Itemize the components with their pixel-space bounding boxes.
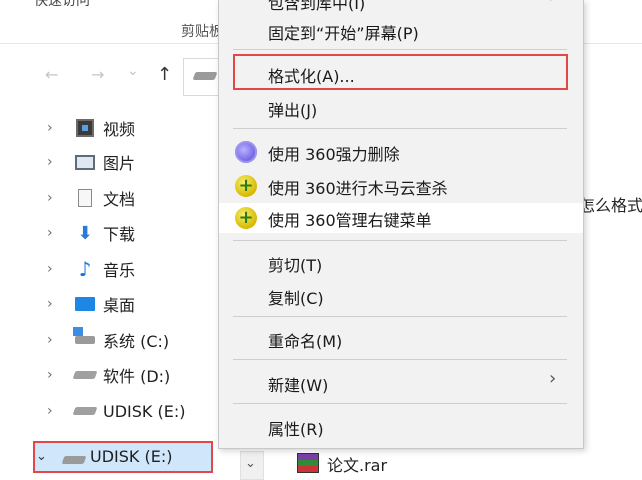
up-icon[interactable]: ↑ [157,64,172,85]
menu-item-cut[interactable]: 剪切(T) [219,248,583,278]
chevron-right-icon[interactable]: › [47,120,53,136]
menu-item-label: 使用 360进行木马云查杀 [268,179,448,198]
menu-item-360-manage-menu[interactable]: + 使用 360管理右键菜单 [219,203,583,233]
clipboard-group-label: 剪贴板 [181,24,223,40]
video-icon [74,118,96,138]
360-shredder-icon [235,141,257,163]
menu-separator [233,316,567,317]
tree-item-label: 下载 [103,225,136,244]
tree-item-label: 软件 (D:) [103,367,171,386]
pictures-icon [74,152,96,172]
menu-item-label: 新建(W) [268,376,329,395]
system-drive-icon [73,327,96,350]
menu-item-label: 弹出(J) [268,101,318,120]
menu-separator [233,128,567,129]
chevron-right-icon[interactable]: › [47,190,53,206]
tree-item-label: UDISK (E:) [103,401,186,421]
chevron-right-icon[interactable]: › [47,225,53,241]
tree-item-label: 图片 [103,154,136,173]
forward-icon[interactable]: → [91,65,104,84]
menu-item-label: 重命名(M) [268,332,343,351]
menu-item-rename[interactable]: 重命名(M) [219,324,583,354]
menu-item-label: 使用 360管理右键菜单 [268,211,432,230]
menu-separator [233,240,567,241]
menu-item-include-in-library[interactable]: 包含到库中(I) › [219,0,583,16]
music-icon: ♪ [78,257,92,281]
chevron-right-icon: › [549,368,557,389]
format-item-highlight [233,54,568,90]
chevron-down-icon[interactable]: ⌄ [36,449,47,464]
tree-item-downloads[interactable]: › ⬇ 下载 [0,218,230,248]
chevron-right-icon[interactable]: › [47,367,53,383]
selected-drive-label[interactable]: UDISK (E:) [90,447,172,466]
tree-item-label: 桌面 [103,296,136,315]
back-icon[interactable]: ← [45,65,58,84]
usb-drive-icon [72,401,98,421]
tree-item-label: 文档 [103,190,136,209]
menu-item-label: 剪切(T) [268,256,323,275]
file-list-partial-text: 怎么格式 [579,196,642,215]
drive-icon [72,365,98,385]
menu-item-properties[interactable]: 属性(R) [219,412,583,442]
recent-locations-icon[interactable]: ⌄ [127,63,139,79]
drive-icon [192,72,218,80]
menu-item-new[interactable]: 新建(W) › [219,368,583,398]
usb-drive-icon [61,456,87,464]
menu-separator [233,359,567,360]
tree-item-label: 音乐 [103,261,136,280]
menu-item-eject[interactable]: 弹出(J) [219,93,583,123]
menu-item-label: 固定到“开始”屏幕(P) [268,24,419,43]
tree-item-software-drive[interactable]: › 软件 (D:) [0,360,230,390]
downloads-icon: ⬇ [77,222,93,244]
tree-item-pictures[interactable]: › 图片 [0,147,230,177]
tree-item-system-drive[interactable]: › 系统 (C:) [0,325,230,355]
tree-item-documents[interactable]: › 文档 [0,183,230,213]
menu-item-label: 包含到库中(I) [268,0,366,13]
scrollbar-down-button[interactable]: ⌄ [240,451,264,480]
chevron-right-icon[interactable]: › [47,154,53,170]
chevron-right-icon[interactable]: › [47,296,53,312]
tree-item-udisk[interactable]: › UDISK (E:) [0,396,230,426]
menu-item-pin-to-start[interactable]: 固定到“开始”屏幕(P) [219,16,583,46]
menu-separator [233,403,567,404]
tree-item-music[interactable]: › ♪ 音乐 [0,254,230,284]
tree-item-label: 视频 [103,120,136,139]
file-name-label[interactable]: 论文.rar [327,452,387,476]
tree-item-videos[interactable]: › 视频 [0,113,230,143]
menu-item-label: 属性(R) [268,420,324,439]
menu-separator [233,49,567,50]
tree-item-label: 系统 (C:) [103,332,170,351]
menu-item-360-force-delete[interactable]: 使用 360强力删除 [219,137,583,167]
menu-item-360-trojan-scan[interactable]: + 使用 360进行木马云查杀 [219,171,583,201]
menu-item-label: 使用 360强力删除 [268,145,400,164]
documents-icon [74,188,96,208]
rar-archive-icon [297,453,319,473]
chevron-down-icon: ⌄ [245,456,256,471]
menu-item-label: 复制(C) [268,289,324,308]
chevron-right-icon[interactable]: › [47,332,53,348]
360-plus-icon: + [235,175,257,197]
chevron-right-icon: › [549,0,556,7]
chevron-right-icon[interactable]: › [47,261,53,277]
chevron-right-icon[interactable]: › [47,403,53,419]
quick-access-label[interactable]: 快速访问 [34,0,90,10]
tree-item-desktop[interactable]: › 桌面 [0,289,230,319]
menu-item-copy[interactable]: 复制(C) [219,281,583,311]
360-plus-icon: + [235,207,257,229]
desktop-icon [74,294,96,314]
